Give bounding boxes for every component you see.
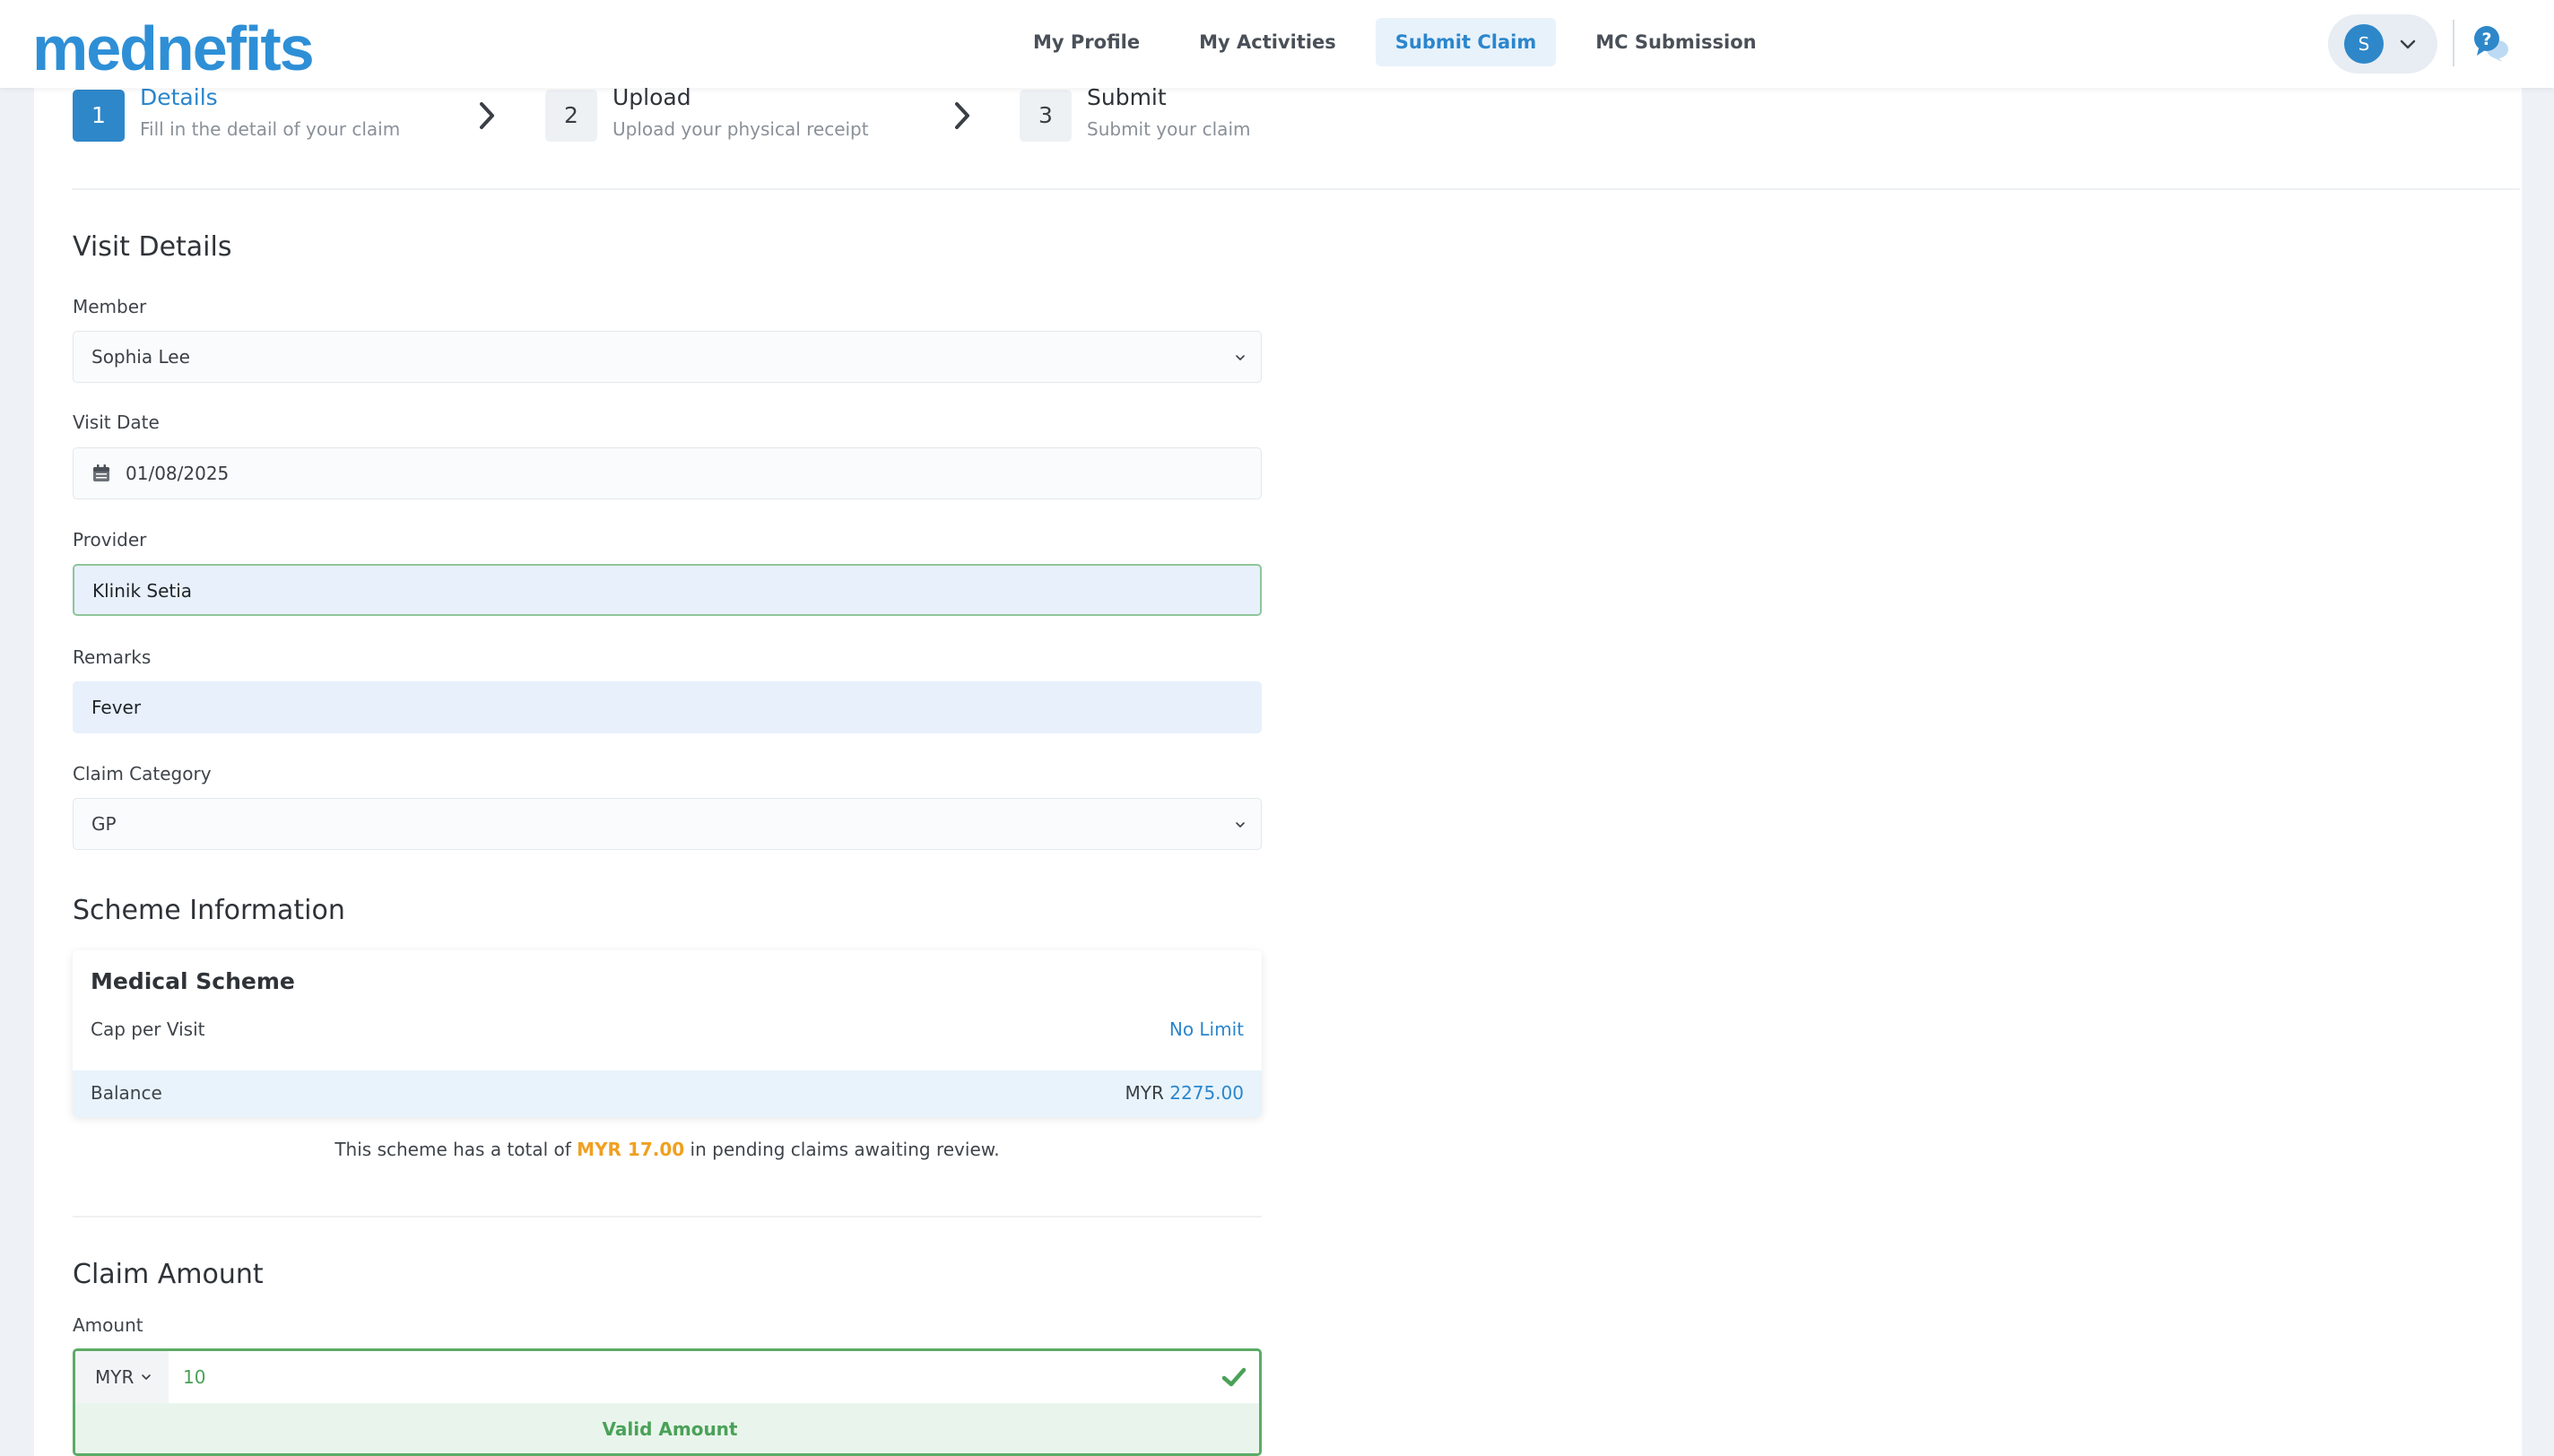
member-value: Sophia Lee (91, 346, 190, 368)
step-title: Details (140, 84, 218, 110)
amount-input[interactable]: 10 (183, 1351, 205, 1403)
step-number: 1 (73, 90, 125, 142)
amount-label: Amount (73, 1314, 143, 1336)
claim-category-value: GP (91, 813, 117, 835)
provider-value: Klinik Setia (92, 580, 193, 602)
chevron-right-icon (480, 102, 494, 129)
balance-row: Balance MYR 2275.00 (73, 1070, 1262, 1117)
pending-suffix: in pending claims awaiting review. (690, 1139, 1000, 1160)
currency-select[interactable]: MYR (75, 1351, 169, 1403)
balance-currency: MYR (1125, 1082, 1164, 1104)
claim-category-select[interactable]: GP (73, 798, 1262, 850)
pending-amount: MYR 17.00 (577, 1139, 685, 1160)
section-divider (73, 1216, 1262, 1218)
visit-details-title: Visit Details (73, 231, 232, 263)
top-header: mednefits My Profile My Activities Submi… (0, 0, 2554, 88)
claim-category-label: Claim Category (73, 763, 212, 784)
provider-input[interactable]: Klinik Setia (73, 564, 1262, 616)
scheme-information-title: Scheme Information (73, 895, 345, 926)
chevron-down-icon (1236, 822, 1245, 828)
main-nav: My Profile My Activities Submit Claim MC… (1013, 18, 1777, 66)
step-subtitle: Upload your physical receipt (612, 118, 869, 140)
nav-my-profile[interactable]: My Profile (1013, 18, 1160, 66)
claim-amount-title: Claim Amount (73, 1259, 264, 1290)
pending-prefix: This scheme has a total of (334, 1139, 571, 1160)
chevron-down-icon (2400, 39, 2416, 49)
step-number: 3 (1020, 90, 1072, 142)
nav-submit-claim[interactable]: Submit Claim (1375, 18, 1557, 66)
user-menu-button[interactable]: S (2328, 14, 2437, 74)
avatar: S (2344, 24, 2384, 64)
visit-date-value: 01/08/2025 (126, 463, 230, 484)
help-chat-icon[interactable]: ? (2471, 25, 2511, 65)
step-title: Submit (1087, 84, 1167, 110)
check-icon (1221, 1367, 1247, 1387)
svg-text:?: ? (2481, 30, 2491, 49)
balance-amount: 2275.00 (1169, 1082, 1244, 1104)
currency-value: MYR (95, 1366, 135, 1388)
remarks-label: Remarks (73, 646, 152, 668)
pending-claims-note: This scheme has a total of MYR 17.00 in … (73, 1139, 1262, 1160)
chevron-down-icon (142, 1374, 151, 1380)
nav-my-activities[interactable]: My Activities (1179, 18, 1356, 66)
medical-scheme-card: Medical Scheme Cap per Visit No Limit Ba… (73, 950, 1262, 1117)
step-number: 2 (545, 90, 597, 142)
chevron-down-icon (1236, 355, 1245, 360)
nav-mc-submission[interactable]: MC Submission (1576, 18, 1776, 66)
chevron-right-icon (955, 102, 969, 129)
visit-date-field[interactable]: 01/08/2025 (73, 447, 1262, 499)
step-subtitle: Fill in the detail of your claim (140, 118, 401, 140)
step-title: Upload (612, 84, 691, 110)
visit-date-label: Visit Date (73, 412, 160, 433)
steps-divider (72, 188, 2520, 190)
balance-label: Balance (91, 1082, 162, 1104)
cap-per-visit-value: No Limit (1168, 1018, 1244, 1040)
remarks-input[interactable]: Fever (73, 681, 1262, 733)
member-label: Member (73, 296, 147, 317)
amount-field: MYR 10 Valid Amount (73, 1348, 1262, 1456)
member-select[interactable]: Sophia Lee (73, 331, 1262, 383)
cap-per-visit-label: Cap per Visit (91, 1018, 205, 1040)
provider-label: Provider (73, 529, 147, 550)
calendar-icon (93, 464, 109, 481)
header-divider (2453, 20, 2454, 66)
balance-value: MYR 2275.00 (1125, 1082, 1244, 1104)
scheme-card-title: Medical Scheme (91, 968, 295, 994)
remarks-value: Fever (91, 697, 142, 718)
mednefits-logo[interactable]: mednefits (32, 13, 315, 84)
step-subtitle: Submit your claim (1087, 118, 1251, 140)
valid-amount-message: Valid Amount (75, 1403, 1259, 1453)
claim-form-panel: 1 Details Fill in the detail of your cla… (34, 84, 2522, 1456)
